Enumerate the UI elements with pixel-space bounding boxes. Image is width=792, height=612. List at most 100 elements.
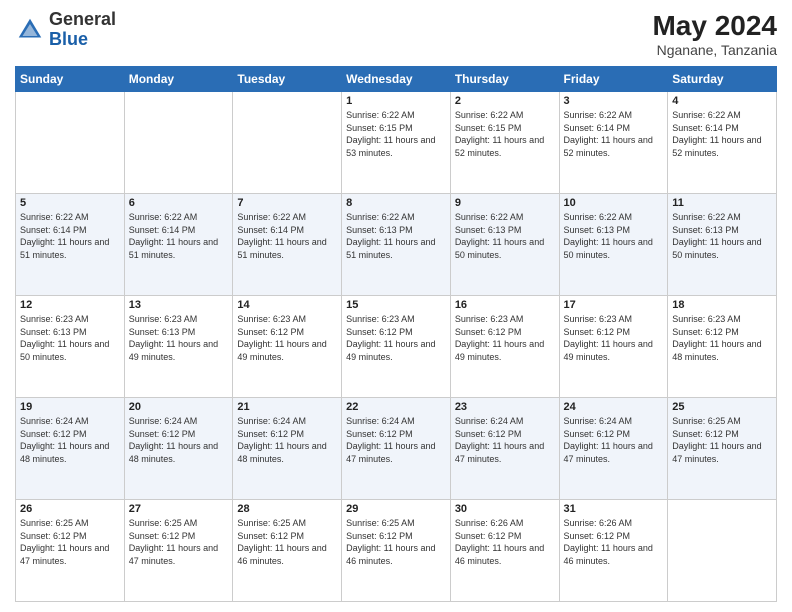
day-number: 24	[564, 401, 664, 413]
cell-0-6: 4 Sunrise: 6:22 AMSunset: 6:14 PMDayligh…	[668, 92, 777, 194]
day-info: Sunrise: 6:23 AMSunset: 6:12 PMDaylight:…	[564, 313, 664, 363]
day-number: 20	[129, 401, 229, 413]
day-number: 1	[346, 95, 446, 107]
logo-general: General	[49, 9, 116, 29]
day-number: 27	[129, 503, 229, 515]
cell-0-3: 1 Sunrise: 6:22 AMSunset: 6:15 PMDayligh…	[342, 92, 451, 194]
title-block: May 2024 Nganane, Tanzania	[652, 10, 777, 58]
cell-0-1	[124, 92, 233, 194]
day-number: 29	[346, 503, 446, 515]
cell-4-0: 26 Sunrise: 6:25 AMSunset: 6:12 PMDaylig…	[16, 500, 125, 602]
cell-2-6: 18 Sunrise: 6:23 AMSunset: 6:12 PMDaylig…	[668, 296, 777, 398]
day-info: Sunrise: 6:22 AMSunset: 6:14 PMDaylight:…	[129, 211, 229, 261]
day-info: Sunrise: 6:23 AMSunset: 6:13 PMDaylight:…	[129, 313, 229, 363]
day-info: Sunrise: 6:22 AMSunset: 6:13 PMDaylight:…	[564, 211, 664, 261]
day-number: 26	[20, 503, 120, 515]
day-info: Sunrise: 6:25 AMSunset: 6:12 PMDaylight:…	[20, 517, 120, 567]
day-number: 14	[237, 299, 337, 311]
day-info: Sunrise: 6:23 AMSunset: 6:12 PMDaylight:…	[346, 313, 446, 363]
cell-3-5: 24 Sunrise: 6:24 AMSunset: 6:12 PMDaylig…	[559, 398, 668, 500]
cell-1-1: 6 Sunrise: 6:22 AMSunset: 6:14 PMDayligh…	[124, 194, 233, 296]
day-number: 11	[672, 197, 772, 209]
day-number: 17	[564, 299, 664, 311]
day-info: Sunrise: 6:23 AMSunset: 6:12 PMDaylight:…	[455, 313, 555, 363]
day-number: 22	[346, 401, 446, 413]
cell-2-3: 15 Sunrise: 6:23 AMSunset: 6:12 PMDaylig…	[342, 296, 451, 398]
week-row-1: 1 Sunrise: 6:22 AMSunset: 6:15 PMDayligh…	[16, 92, 777, 194]
cell-3-3: 22 Sunrise: 6:24 AMSunset: 6:12 PMDaylig…	[342, 398, 451, 500]
col-wednesday: Wednesday	[342, 67, 451, 92]
header-row: Sunday Monday Tuesday Wednesday Thursday…	[16, 67, 777, 92]
cell-0-5: 3 Sunrise: 6:22 AMSunset: 6:14 PMDayligh…	[559, 92, 668, 194]
day-info: Sunrise: 6:24 AMSunset: 6:12 PMDaylight:…	[129, 415, 229, 465]
cell-1-6: 11 Sunrise: 6:22 AMSunset: 6:13 PMDaylig…	[668, 194, 777, 296]
cell-2-5: 17 Sunrise: 6:23 AMSunset: 6:12 PMDaylig…	[559, 296, 668, 398]
day-number: 12	[20, 299, 120, 311]
day-number: 8	[346, 197, 446, 209]
day-info: Sunrise: 6:22 AMSunset: 6:13 PMDaylight:…	[455, 211, 555, 261]
day-info: Sunrise: 6:22 AMSunset: 6:14 PMDaylight:…	[564, 109, 664, 159]
day-number: 9	[455, 197, 555, 209]
day-info: Sunrise: 6:24 AMSunset: 6:12 PMDaylight:…	[20, 415, 120, 465]
day-info: Sunrise: 6:22 AMSunset: 6:14 PMDaylight:…	[672, 109, 772, 159]
month-year: May 2024	[652, 10, 777, 42]
day-info: Sunrise: 6:24 AMSunset: 6:12 PMDaylight:…	[237, 415, 337, 465]
day-info: Sunrise: 6:22 AMSunset: 6:13 PMDaylight:…	[672, 211, 772, 261]
day-info: Sunrise: 6:22 AMSunset: 6:15 PMDaylight:…	[455, 109, 555, 159]
col-thursday: Thursday	[450, 67, 559, 92]
cell-3-4: 23 Sunrise: 6:24 AMSunset: 6:12 PMDaylig…	[450, 398, 559, 500]
day-number: 6	[129, 197, 229, 209]
cell-3-2: 21 Sunrise: 6:24 AMSunset: 6:12 PMDaylig…	[233, 398, 342, 500]
day-number: 5	[20, 197, 120, 209]
cell-2-0: 12 Sunrise: 6:23 AMSunset: 6:13 PMDaylig…	[16, 296, 125, 398]
day-info: Sunrise: 6:22 AMSunset: 6:14 PMDaylight:…	[20, 211, 120, 261]
day-number: 10	[564, 197, 664, 209]
calendar-table: Sunday Monday Tuesday Wednesday Thursday…	[15, 66, 777, 602]
day-info: Sunrise: 6:24 AMSunset: 6:12 PMDaylight:…	[564, 415, 664, 465]
col-sunday: Sunday	[16, 67, 125, 92]
day-number: 16	[455, 299, 555, 311]
week-row-4: 19 Sunrise: 6:24 AMSunset: 6:12 PMDaylig…	[16, 398, 777, 500]
day-info: Sunrise: 6:23 AMSunset: 6:13 PMDaylight:…	[20, 313, 120, 363]
week-row-2: 5 Sunrise: 6:22 AMSunset: 6:14 PMDayligh…	[16, 194, 777, 296]
day-info: Sunrise: 6:24 AMSunset: 6:12 PMDaylight:…	[346, 415, 446, 465]
cell-1-2: 7 Sunrise: 6:22 AMSunset: 6:14 PMDayligh…	[233, 194, 342, 296]
page: General Blue May 2024 Nganane, Tanzania …	[0, 0, 792, 612]
day-info: Sunrise: 6:23 AMSunset: 6:12 PMDaylight:…	[237, 313, 337, 363]
cell-0-0	[16, 92, 125, 194]
cell-2-4: 16 Sunrise: 6:23 AMSunset: 6:12 PMDaylig…	[450, 296, 559, 398]
day-info: Sunrise: 6:25 AMSunset: 6:12 PMDaylight:…	[237, 517, 337, 567]
col-monday: Monday	[124, 67, 233, 92]
cell-4-2: 28 Sunrise: 6:25 AMSunset: 6:12 PMDaylig…	[233, 500, 342, 602]
day-number: 3	[564, 95, 664, 107]
logo-icon	[15, 15, 45, 45]
day-info: Sunrise: 6:24 AMSunset: 6:12 PMDaylight:…	[455, 415, 555, 465]
day-info: Sunrise: 6:25 AMSunset: 6:12 PMDaylight:…	[346, 517, 446, 567]
cell-1-3: 8 Sunrise: 6:22 AMSunset: 6:13 PMDayligh…	[342, 194, 451, 296]
day-number: 18	[672, 299, 772, 311]
day-number: 15	[346, 299, 446, 311]
day-number: 28	[237, 503, 337, 515]
cell-2-1: 13 Sunrise: 6:23 AMSunset: 6:13 PMDaylig…	[124, 296, 233, 398]
week-row-5: 26 Sunrise: 6:25 AMSunset: 6:12 PMDaylig…	[16, 500, 777, 602]
col-tuesday: Tuesday	[233, 67, 342, 92]
day-number: 19	[20, 401, 120, 413]
cell-2-2: 14 Sunrise: 6:23 AMSunset: 6:12 PMDaylig…	[233, 296, 342, 398]
day-info: Sunrise: 6:26 AMSunset: 6:12 PMDaylight:…	[455, 517, 555, 567]
cell-3-6: 25 Sunrise: 6:25 AMSunset: 6:12 PMDaylig…	[668, 398, 777, 500]
cell-0-2	[233, 92, 342, 194]
day-number: 21	[237, 401, 337, 413]
day-info: Sunrise: 6:22 AMSunset: 6:13 PMDaylight:…	[346, 211, 446, 261]
col-friday: Friday	[559, 67, 668, 92]
day-number: 25	[672, 401, 772, 413]
col-saturday: Saturday	[668, 67, 777, 92]
logo-blue: Blue	[49, 29, 88, 49]
cell-4-4: 30 Sunrise: 6:26 AMSunset: 6:12 PMDaylig…	[450, 500, 559, 602]
day-info: Sunrise: 6:25 AMSunset: 6:12 PMDaylight:…	[672, 415, 772, 465]
cell-3-1: 20 Sunrise: 6:24 AMSunset: 6:12 PMDaylig…	[124, 398, 233, 500]
day-info: Sunrise: 6:23 AMSunset: 6:12 PMDaylight:…	[672, 313, 772, 363]
day-number: 7	[237, 197, 337, 209]
day-number: 4	[672, 95, 772, 107]
location: Nganane, Tanzania	[652, 42, 777, 58]
day-info: Sunrise: 6:25 AMSunset: 6:12 PMDaylight:…	[129, 517, 229, 567]
